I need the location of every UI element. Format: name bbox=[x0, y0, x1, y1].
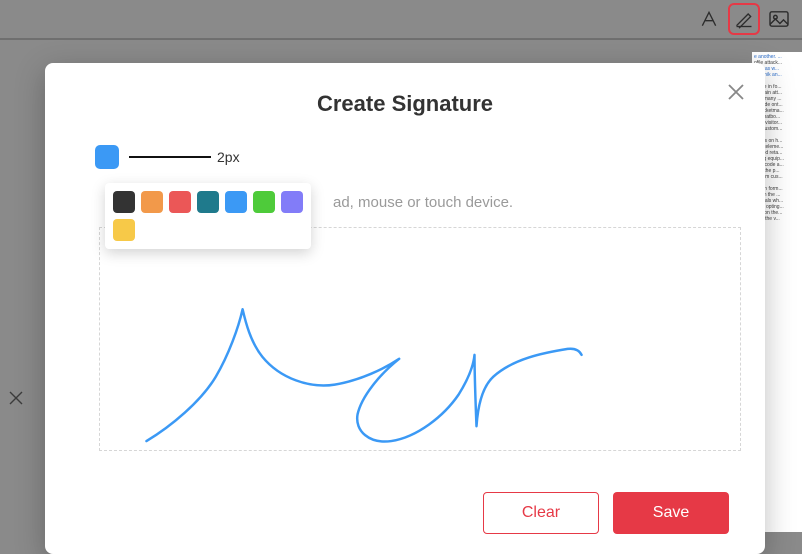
color-swatch-blue[interactable] bbox=[225, 191, 247, 213]
create-signature-modal: Create Signature 2px ad, mouse or touch … bbox=[45, 63, 765, 554]
current-color-swatch[interactable] bbox=[95, 145, 119, 169]
clear-button-label: Clear bbox=[522, 504, 560, 522]
save-button-label: Save bbox=[653, 504, 689, 522]
stroke-settings: 2px bbox=[95, 145, 733, 169]
color-swatch-black[interactable] bbox=[113, 191, 135, 213]
signature-stroke bbox=[146, 309, 581, 441]
close-icon[interactable] bbox=[725, 81, 747, 103]
modal-action-row: Clear Save bbox=[483, 492, 729, 534]
stroke-size-label: 2px bbox=[217, 149, 240, 165]
top-toolbar bbox=[0, 0, 802, 40]
color-swatch-purple[interactable] bbox=[281, 191, 303, 213]
color-palette-popover bbox=[105, 183, 311, 249]
signature-canvas[interactable] bbox=[99, 227, 741, 451]
color-swatch-yellow[interactable] bbox=[113, 219, 135, 241]
save-button[interactable]: Save bbox=[613, 492, 729, 534]
modal-title: Create Signature bbox=[77, 91, 733, 117]
color-swatch-orange[interactable] bbox=[141, 191, 163, 213]
app-backdrop: e another. ... ofile attack... ster, as … bbox=[0, 0, 802, 554]
clear-button[interactable]: Clear bbox=[483, 492, 599, 534]
text-tool-icon[interactable] bbox=[696, 6, 722, 32]
background-close-icon[interactable] bbox=[8, 390, 24, 411]
color-swatch-teal[interactable] bbox=[197, 191, 219, 213]
stroke-preview[interactable]: 2px bbox=[129, 149, 240, 165]
signature-hint-text: ad, mouse or touch device. bbox=[333, 194, 513, 211]
color-swatch-red[interactable] bbox=[169, 191, 191, 213]
color-swatch-green[interactable] bbox=[253, 191, 275, 213]
stroke-line-icon bbox=[129, 156, 211, 158]
draw-tool-icon[interactable] bbox=[728, 3, 760, 35]
image-tool-icon[interactable] bbox=[766, 6, 792, 32]
